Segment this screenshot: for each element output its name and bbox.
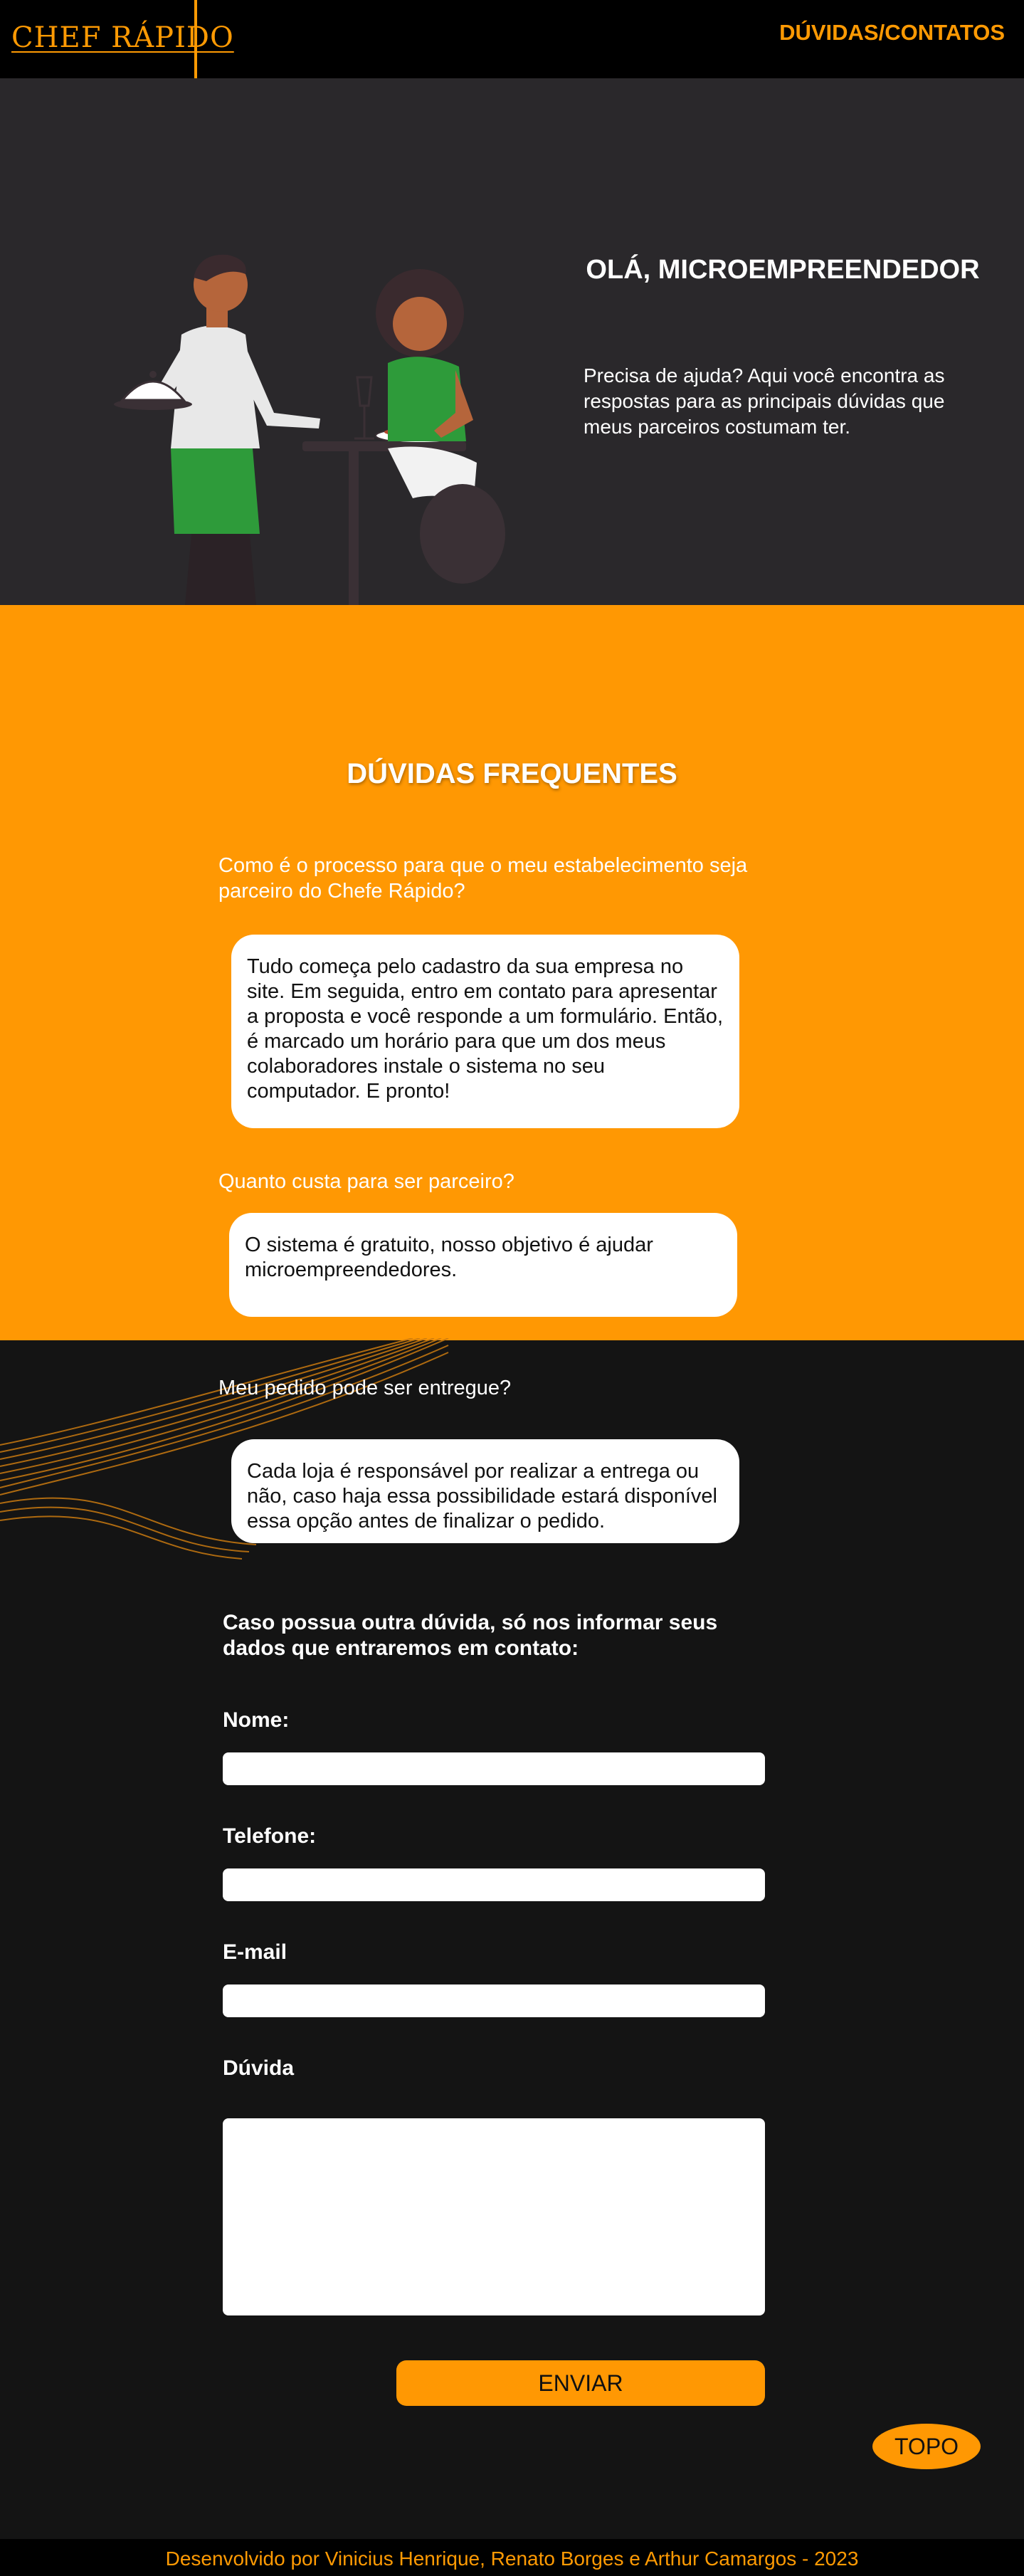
- faq-title: DÚVIDAS FREQUENTES: [347, 758, 677, 789]
- contact-form-intro: Caso possua outra dúvida, só nos informa…: [223, 1611, 718, 1660]
- question-label: Dúvida: [223, 2056, 295, 2080]
- hero-section: OLÁ, MICROEMPREENDEDOR Precisa de ajuda?…: [0, 78, 1024, 605]
- waiter-serving-customer-illustration: [114, 254, 505, 605]
- phone-label: Telefone:: [223, 1824, 317, 1848]
- faq-question-1: Como é o processo para que o meu estabel…: [218, 854, 748, 903]
- site-logo[interactable]: CHEF RÁPIDO: [11, 21, 234, 54]
- hero-text: Precisa de ajuda? Aqui você encontra as …: [584, 364, 945, 438]
- send-button[interactable]: ENVIAR: [396, 2360, 765, 2406]
- email-input[interactable]: [223, 1984, 765, 2017]
- question-textarea[interactable]: [223, 2118, 765, 2315]
- site-header: CHEF RÁPIDO DÚVIDAS/CONTATOS: [0, 0, 1024, 78]
- faq-answer-1: Tudo começa pelo cadastro da sua empresa…: [231, 935, 739, 1128]
- footer-credits: Desenvolvido por Vinicius Henrique, Rena…: [165, 2548, 859, 2570]
- logo-divider: [194, 0, 197, 78]
- email-label: E-mail: [223, 1940, 287, 1964]
- nav-link-duvidas-contatos[interactable]: DÚVIDAS/CONTATOS: [779, 20, 1005, 46]
- name-label: Nome:: [223, 1708, 290, 1732]
- name-input[interactable]: [223, 1752, 765, 1785]
- hero-title: OLÁ, MICROEMPREENDEDOR: [586, 255, 980, 285]
- phone-input[interactable]: [223, 1868, 765, 1901]
- site-footer: Desenvolvido por Vinicius Henrique, Rena…: [0, 2539, 1024, 2576]
- back-to-top-button[interactable]: TOPO: [872, 2424, 981, 2469]
- faq-answer-2: O sistema é gratuito, nosso objetivo é a…: [229, 1213, 737, 1317]
- faq-answer-3: Cada loja é responsável por realizar a e…: [231, 1439, 739, 1543]
- faq-question-2: Quanto custa para ser parceiro?: [218, 1170, 514, 1193]
- faq-question-3: Meu pedido pode ser entregue?: [218, 1377, 512, 1399]
